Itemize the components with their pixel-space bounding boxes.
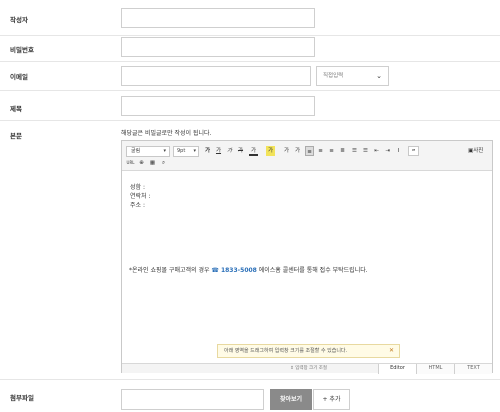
indent-icon[interactable]: ⇥	[383, 146, 392, 156]
secret-post-notice: 해당글은 비밀글로만 작성이 됩니다.	[121, 130, 212, 137]
email-input[interactable]	[121, 66, 311, 86]
photo-button[interactable]: ▣사진	[468, 146, 490, 156]
mode-tab-editor[interactable]: Editor	[378, 364, 416, 374]
url-button[interactable]: URL	[125, 158, 136, 168]
attachment-row: 첨부파일	[0, 380, 500, 412]
attachment-file-input[interactable]	[121, 389, 264, 410]
ordered-list-icon[interactable]: ☰	[350, 146, 359, 156]
resize-handle[interactable]: ⇕ 입력창 크기 조절	[290, 365, 327, 371]
editor-content[interactable]: 성함 : 연락처 : 주소 :	[130, 183, 151, 210]
email-row: 이메일	[0, 62, 500, 91]
email-label: 이메일	[10, 73, 28, 81]
mode-tab-html[interactable]: HTML	[416, 364, 454, 374]
editor-bottom-bar: ⇕ 입력창 크기 조절 Editor HTML TEXT	[122, 363, 492, 374]
background-color-button[interactable]: 가	[266, 146, 275, 156]
content-address-line: 주소 :	[130, 202, 145, 209]
unordered-list-icon[interactable]: ☰	[361, 146, 370, 156]
underline-button[interactable]: 가	[214, 146, 223, 156]
body-label: 본문	[10, 132, 22, 140]
title-row: 제목	[0, 91, 500, 121]
find-replace-icon[interactable]: ⌕	[159, 158, 168, 168]
author-input[interactable]	[121, 8, 315, 28]
mode-tab-text[interactable]: TEXT	[454, 364, 492, 374]
title-input[interactable]	[121, 96, 315, 116]
rich-text-editor[interactable]: 굴림 ▾ 9pt ▾ 가 가 가 가 가 가 가 가 ≡ ≡ ≡ ≣ ☰ ☰ ⇤ ⇥…	[121, 140, 493, 374]
bold-button[interactable]: 가	[203, 146, 212, 156]
font-color-button[interactable]: 가	[249, 146, 258, 156]
align-center-icon[interactable]: ≡	[316, 146, 325, 156]
callcenter-note: *온라인 쇼핑몰 구매고객의 경우 ☎ 1833-5008 에이스홈 콜센터를 …	[129, 267, 368, 274]
font-family-select[interactable]: 굴림 ▾	[126, 146, 170, 157]
callcenter-phone: ☎ 1833-5008	[211, 267, 257, 274]
add-attachment-button[interactable]: + 추가	[313, 389, 350, 410]
find-file-button[interactable]: 찾아보기	[270, 389, 312, 410]
chevron-down-icon: ⌄	[376, 72, 382, 80]
table-icon[interactable]: ▦	[148, 158, 157, 168]
author-row: 작성자	[0, 0, 500, 36]
special-char-icon[interactable]: ⊕	[137, 158, 146, 168]
attachment-label: 첨부파일	[10, 394, 34, 402]
align-justify-icon[interactable]: ≣	[338, 146, 347, 156]
close-icon[interactable]: ✕	[389, 345, 394, 357]
superscript-button[interactable]: 가	[282, 146, 291, 156]
password-label: 비밀번호	[10, 46, 34, 54]
italic-button[interactable]: 가	[225, 146, 234, 156]
subscript-button[interactable]: 가	[293, 146, 302, 156]
author-label: 작성자	[10, 16, 28, 24]
title-label: 제목	[10, 105, 22, 113]
content-phone-line: 연락처 :	[130, 193, 151, 200]
line-height-icon[interactable]: Ⅰ	[394, 146, 403, 156]
email-domain-select[interactable]: 직접입력 ⌄	[316, 66, 389, 86]
password-input[interactable]	[121, 37, 315, 57]
resize-tooltip: 아래 영역을 드래그하여 입력창 크기를 조절할 수 있습니다. ✕	[217, 344, 400, 358]
align-right-icon[interactable]: ≡	[327, 146, 336, 156]
password-row: 비밀번호	[0, 36, 500, 62]
strikethrough-button[interactable]: 가	[236, 146, 245, 156]
editor-toolbar: 굴림 ▾ 9pt ▾ 가 가 가 가 가 가 가 가 ≡ ≡ ≡ ≣ ☰ ☰ ⇤ ⇥…	[122, 141, 492, 171]
outdent-icon[interactable]: ⇤	[372, 146, 381, 156]
email-domain-value: 직접입력	[323, 73, 344, 79]
content-name-line: 성함 :	[130, 184, 145, 191]
font-size-select[interactable]: 9pt ▾	[173, 146, 199, 157]
quote-button[interactable]: “	[408, 146, 419, 156]
align-left-icon[interactable]: ≡	[305, 146, 314, 156]
